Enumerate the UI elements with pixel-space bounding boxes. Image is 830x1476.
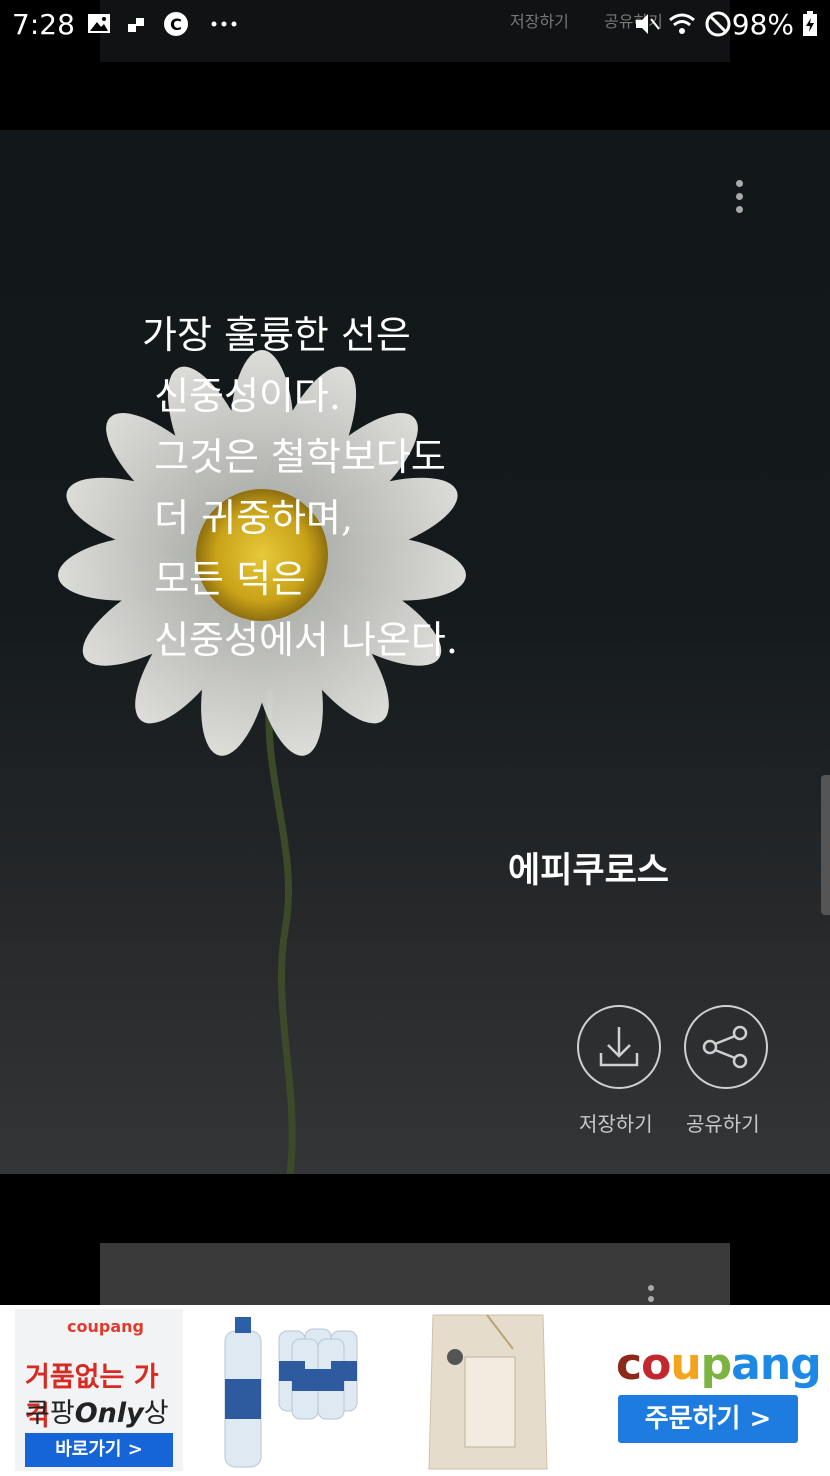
share-icon: [702, 1025, 748, 1069]
mute-icon: [636, 14, 660, 34]
ad-go-button[interactable]: 바로가기 >: [25, 1433, 173, 1467]
coupang-logo: coupang: [616, 1339, 822, 1390]
ad-subline-only: Only: [74, 1398, 144, 1429]
share-button[interactable]: [684, 1005, 768, 1089]
quote-line: 모든 덕은: [142, 557, 306, 601]
quote-line: 신중성이다.: [142, 374, 341, 418]
more-notifications-icon: [211, 21, 237, 27]
quote-card: 가장 훌륭한 선은 신중성이다. 그것은 철학보다도 더 귀중하며, 모든 덕은…: [0, 130, 830, 1174]
logo-letter: a: [731, 1339, 761, 1390]
save-label: 저장하기: [579, 1112, 653, 1136]
ad-brand-text: coupang: [67, 1317, 144, 1336]
logo-letter: g: [790, 1339, 821, 1390]
share-label: 공유하기: [686, 1112, 760, 1136]
save-button[interactable]: [577, 1005, 661, 1089]
rice-bag-image: [428, 1314, 548, 1470]
download-icon: [599, 1027, 639, 1067]
quote-line: 신중성에서 나온다.: [142, 618, 458, 662]
ad-tile-rice[interactable]: [393, 1309, 583, 1471]
app-notification-icon: [128, 18, 144, 32]
ad-subline-prefix: 쿠팡: [25, 1398, 75, 1429]
status-time: 7:28: [12, 8, 75, 41]
logo-letter: u: [670, 1339, 701, 1390]
battery-percent: 98%: [731, 8, 794, 41]
c-app-icon: C: [164, 12, 188, 36]
gallery-icon: [88, 14, 110, 33]
logo-letter: o: [641, 1339, 671, 1390]
scrollbar-handle[interactable]: [821, 775, 830, 915]
previous-save-label: 저장하기: [510, 12, 569, 31]
water-bottles-image: [224, 1317, 358, 1468]
ad-tile-promo[interactable]: coupang 거품없는 가격 쿠팡Only상품 바로가기 >: [15, 1309, 183, 1471]
quote-author: 에피쿠로스: [508, 851, 670, 891]
battery-charging-icon: [803, 11, 817, 36]
quote-line: 그것은 철학보다도: [142, 435, 446, 479]
quote-text: 가장 훌륭한 선은 신중성이다. 그것은 철학보다도 더 귀중하며, 모든 덕은…: [142, 305, 458, 671]
ad-banner[interactable]: coupang 거품없는 가격 쿠팡Only상품 바로가기 > coupang: [0, 1305, 830, 1476]
wifi-icon: [669, 13, 695, 34]
quote-line: 가장 훌륭한 선은: [142, 313, 411, 357]
logo-letter: c: [616, 1339, 642, 1390]
order-button[interactable]: 주문하기 >: [618, 1395, 798, 1443]
logo-letter: n: [759, 1339, 791, 1390]
ad-tile-water[interactable]: [197, 1309, 380, 1471]
status-bar: 저장하기 공유하기 7:28 C 98%: [0, 0, 830, 62]
card-menu-button[interactable]: [728, 180, 750, 222]
svg-text:C: C: [170, 15, 182, 34]
do-not-disturb-icon: [705, 11, 731, 37]
logo-letter: p: [700, 1339, 732, 1390]
quote-line: 더 귀중하며,: [142, 496, 354, 540]
ad-tile-coupang[interactable]: coupang 주문하기 >: [598, 1309, 822, 1471]
